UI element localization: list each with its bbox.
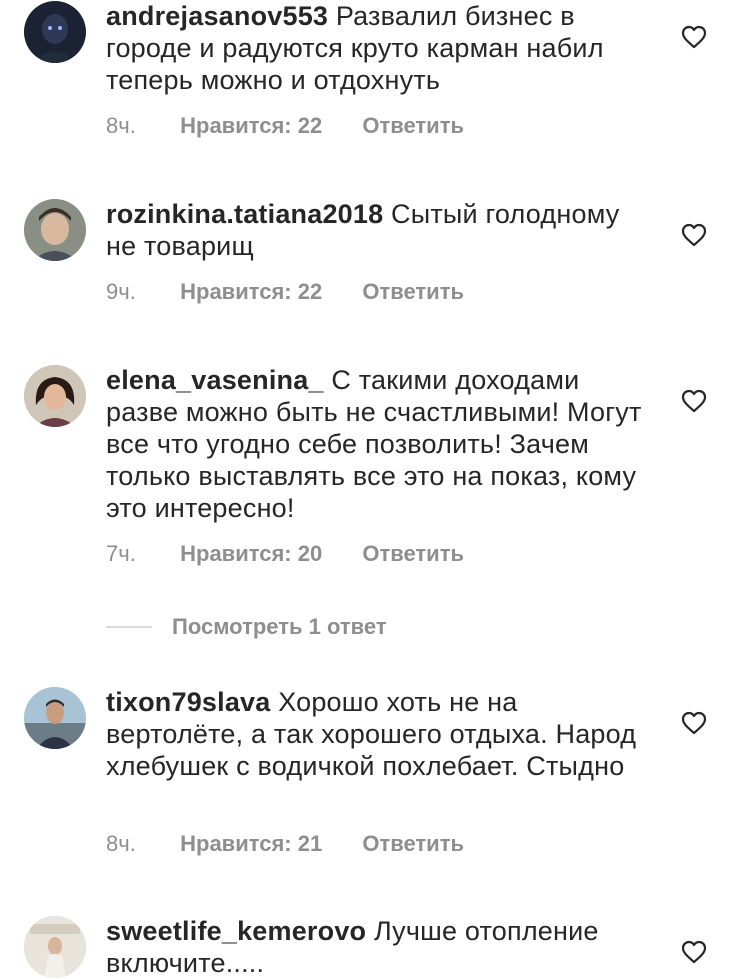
replies-divider bbox=[106, 626, 152, 628]
heart-outline-icon[interactable] bbox=[681, 25, 707, 49]
avatar[interactable] bbox=[24, 365, 86, 427]
comment-time: 7ч. bbox=[106, 541, 136, 566]
comment-time: 9ч. bbox=[106, 279, 136, 304]
comment-text: tixon79slava Хорошо хоть не на вертолёте… bbox=[106, 686, 646, 782]
comment-meta: 8ч. Нравится: 21 Ответить bbox=[106, 831, 464, 857]
comment-likes[interactable]: Нравится: 22 bbox=[180, 113, 322, 139]
reply-button[interactable]: Ответить bbox=[362, 113, 464, 139]
avatar[interactable] bbox=[24, 687, 86, 749]
comment-meta: 7ч. Нравится: 20 Ответить bbox=[106, 541, 464, 567]
heart-outline-icon[interactable] bbox=[681, 389, 707, 413]
comment-text: rozinkina.tatiana2018 Сытый голодному не… bbox=[106, 198, 646, 262]
comment-username[interactable]: rozinkina.tatiana2018 bbox=[106, 199, 383, 229]
comment-text: sweetlife_kemerovo Лучше отопление включ… bbox=[106, 915, 646, 979]
reply-button[interactable]: Ответить bbox=[362, 541, 464, 567]
comment-username[interactable]: andrejasanov553 bbox=[106, 1, 328, 31]
comment-username[interactable]: elena_vasenina_ bbox=[106, 365, 324, 395]
comment-text: andrejasanov553 Развалил бизнес в городе… bbox=[106, 0, 646, 96]
avatar[interactable] bbox=[24, 916, 86, 978]
heart-outline-icon[interactable] bbox=[681, 223, 707, 247]
view-replies-label: Посмотреть 1 ответ bbox=[172, 614, 387, 639]
reply-button[interactable]: Ответить bbox=[362, 831, 464, 857]
comment-username[interactable]: sweetlife_kemerovo bbox=[106, 916, 366, 946]
view-replies-button[interactable]: Посмотреть 1 ответ bbox=[106, 614, 387, 640]
comment-meta: 9ч. Нравится: 22 Ответить bbox=[106, 279, 464, 305]
comment-time: 8ч. bbox=[106, 113, 136, 138]
comment-likes[interactable]: Нравится: 21 bbox=[180, 831, 322, 857]
comment-time: 8ч. bbox=[106, 831, 136, 856]
heart-outline-icon[interactable] bbox=[681, 940, 707, 964]
avatar[interactable] bbox=[24, 199, 86, 261]
comment-text: elena_vasenina_ С такими доходами разве … bbox=[106, 364, 646, 524]
comment-username[interactable]: tixon79slava bbox=[106, 687, 271, 717]
comment-meta: 8ч. Нравится: 22 Ответить bbox=[106, 113, 464, 139]
heart-outline-icon[interactable] bbox=[681, 711, 707, 735]
reply-button[interactable]: Ответить bbox=[362, 279, 464, 305]
comment-likes[interactable]: Нравится: 20 bbox=[180, 541, 322, 567]
avatar[interactable] bbox=[24, 1, 86, 63]
comment-likes[interactable]: Нравится: 22 bbox=[180, 279, 322, 305]
